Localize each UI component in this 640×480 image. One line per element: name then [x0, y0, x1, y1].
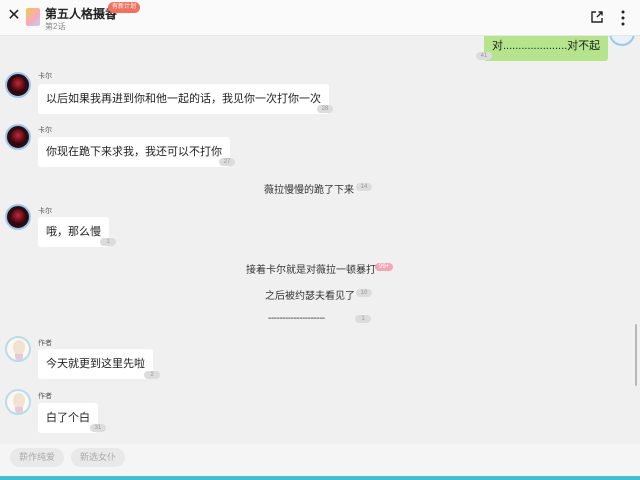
sender-name: 作者 — [38, 393, 52, 400]
sender-name: 卡尔 — [38, 73, 52, 80]
comment-count[interactable]: 28 — [317, 105, 333, 113]
comment-count[interactable]: 2 — [144, 371, 160, 379]
comment-count[interactable]: 99+ — [375, 263, 394, 271]
comment-count[interactable]: 1 — [355, 315, 371, 323]
chapter-label: 第2话 — [45, 22, 66, 31]
comment-count[interactable]: 31 — [90, 424, 106, 432]
comment-count[interactable]: 14 — [356, 183, 372, 191]
avatar-author[interactable] — [5, 336, 31, 362]
top-bar: ✕ 第五人格摄香 第2话 › 有新计划 — [0, 0, 640, 36]
message-bubble[interactable]: 白了个白 — [38, 403, 98, 433]
close-icon[interactable]: ✕ — [6, 6, 22, 26]
avatar-karl[interactable] — [5, 204, 31, 230]
update-badge: 有新计划 — [108, 2, 141, 13]
comment-count[interactable]: 41 — [476, 52, 492, 60]
book-cover-icon[interactable] — [26, 8, 40, 26]
message-bubble[interactable]: 今天就更到这里先啦 — [38, 349, 153, 379]
comment-count[interactable]: 1 — [100, 238, 116, 246]
narration-text[interactable]: 薇拉慢慢的跪了下来 — [264, 181, 354, 196]
narration-text[interactable]: 接着卡尔就是对薇拉一顿暴打 — [246, 261, 376, 276]
footer-accent-line — [0, 476, 640, 480]
avatar-karl[interactable] — [5, 72, 31, 98]
more-icon[interactable] — [621, 10, 625, 26]
message-bubble[interactable]: 哦，那么慢 — [38, 217, 109, 247]
sender-name: 卡尔 — [38, 208, 52, 215]
avatar-author[interactable] — [5, 389, 31, 415]
avatar-karl[interactable] — [5, 124, 31, 150]
message-bubble[interactable]: 你现在跪下来求我，我还可以不打你 — [38, 137, 230, 167]
sender-name: 作者 — [38, 340, 52, 347]
recommend-tag[interactable]: 新选女仆 — [71, 448, 126, 467]
scrollbar[interactable] — [635, 324, 637, 386]
comment-count[interactable]: 27 — [219, 158, 235, 166]
recommend-tag[interactable]: 薪作纯爱 — [10, 448, 65, 467]
message-bubble[interactable]: 以后如果我再进到你和他一起的话，我见你一次打你一次 — [38, 84, 329, 114]
narration-text[interactable]: 之后被约瑟夫看见了 — [265, 287, 355, 302]
divider-text[interactable]: -------------------- — [268, 313, 325, 324]
share-icon[interactable] — [590, 10, 604, 24]
comment-count[interactable]: 10 — [356, 289, 372, 297]
sender-name: 卡尔 — [38, 127, 52, 134]
story-title[interactable]: 第五人格摄香 — [45, 5, 117, 22]
